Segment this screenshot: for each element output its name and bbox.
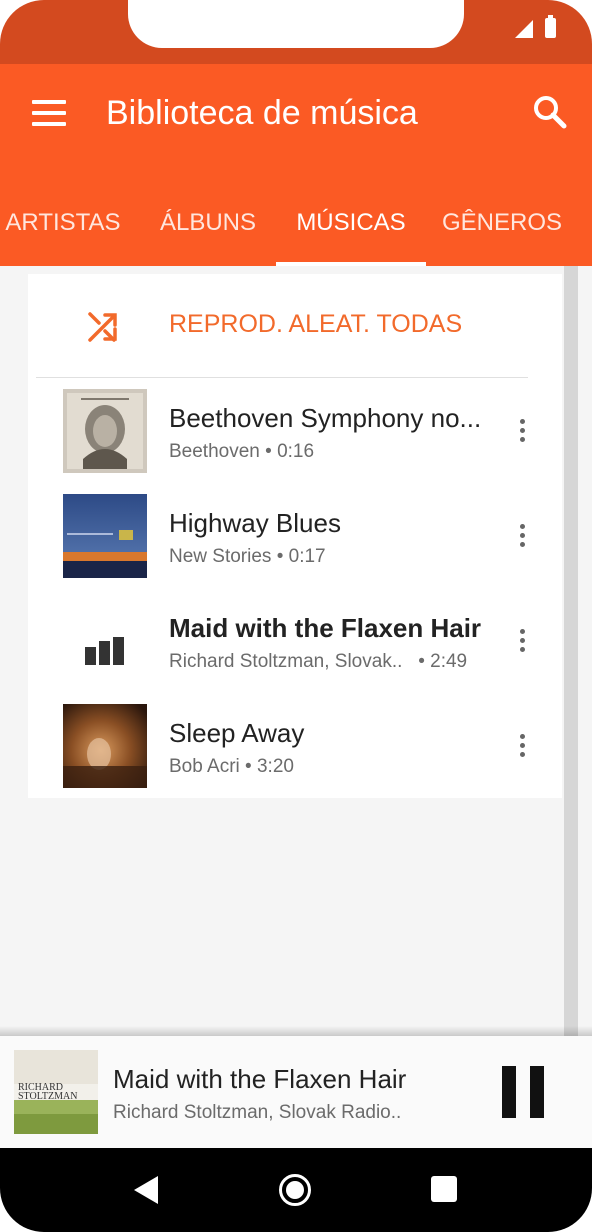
search-icon[interactable]: [532, 94, 568, 130]
hamburger-menu-icon[interactable]: [32, 100, 66, 126]
song-row[interactable]: Beethoven Symphony no... Beethoven • 0:1…: [28, 379, 562, 483]
now-playing-shadow: [0, 1026, 592, 1036]
divider: [36, 377, 528, 378]
tab-musicas[interactable]: MÚSICAS: [276, 190, 426, 266]
song-row-playing[interactable]: Maid with the Flaxen Hair Richard Stoltz…: [28, 589, 562, 693]
home-icon[interactable]: [279, 1174, 311, 1206]
song-subtitle: Richard Stoltzman, Slovak.. • 2:49: [169, 651, 468, 672]
tab-albuns[interactable]: ÁLBUNS: [148, 190, 268, 266]
pause-icon[interactable]: [500, 1066, 546, 1118]
shuffle-all-button[interactable]: REPROD. ALEAT. TODAS: [28, 274, 562, 378]
svg-text:STOLTZMAN: STOLTZMAN: [18, 1091, 77, 1102]
album-art-beethoven: [63, 389, 147, 473]
back-icon[interactable]: [134, 1176, 158, 1204]
song-subtitle: Beethoven • 0:16: [169, 441, 315, 462]
album-art-richard-stoltzman: RICHARD STOLTZMAN: [14, 1050, 98, 1134]
system-nav-bar: [0, 1148, 592, 1232]
song-list: REPROD. ALEAT. TODAS Beethoven Symphony …: [28, 274, 562, 798]
now-playing-subtitle: Richard Stoltzman, Slovak Radio..: [113, 1102, 402, 1123]
song-row[interactable]: Highway Blues New Stories • 0:17: [28, 484, 562, 588]
shuffle-all-label: REPROD. ALEAT. TODAS: [169, 310, 463, 338]
song-title: Sleep Away: [169, 718, 305, 748]
phone-screen: Biblioteca de música ARTISTAS ÁLBUNS MÚS…: [0, 0, 592, 1232]
tab-bar: ARTISTAS ÁLBUNS MÚSICAS GÊNEROS: [0, 190, 592, 266]
song-subtitle: New Stories • 0:17: [169, 546, 326, 567]
now-playing-bar[interactable]: RICHARD STOLTZMAN Maid with the Flaxen H…: [0, 1036, 592, 1148]
song-title: Beethoven Symphony no...: [169, 403, 482, 433]
now-playing-bars-icon: [85, 637, 124, 665]
more-vert-icon[interactable]: [516, 524, 528, 550]
more-vert-icon[interactable]: [516, 419, 528, 445]
album-art-new-stories: [63, 494, 147, 578]
app-bar: Biblioteca de música ARTISTAS ÁLBUNS MÚS…: [0, 64, 592, 266]
song-title: Highway Blues: [169, 508, 341, 538]
signal-icon: [515, 20, 533, 38]
tab-artistas[interactable]: ARTISTAS: [0, 190, 126, 266]
shuffle-icon: [88, 312, 117, 342]
song-row[interactable]: Sleep Away Bob Acri • 3:20: [28, 694, 562, 798]
song-title: Maid with the Flaxen Hair: [169, 613, 482, 643]
battery-icon: [545, 15, 556, 38]
tab-generos[interactable]: GÊNEROS: [440, 190, 564, 266]
now-playing-title: Maid with the Flaxen Hair: [113, 1064, 407, 1094]
more-vert-icon[interactable]: [516, 734, 528, 760]
more-vert-icon[interactable]: [516, 629, 528, 655]
scrollbar[interactable]: [564, 266, 578, 1036]
album-art-bob-acri: [63, 704, 147, 788]
recents-icon[interactable]: [431, 1176, 457, 1202]
app-title: Biblioteca de música: [106, 94, 418, 132]
status-bar: [0, 0, 592, 64]
display-notch: [128, 0, 464, 48]
status-icons: [515, 15, 556, 38]
song-subtitle: Bob Acri • 3:20: [169, 756, 294, 777]
